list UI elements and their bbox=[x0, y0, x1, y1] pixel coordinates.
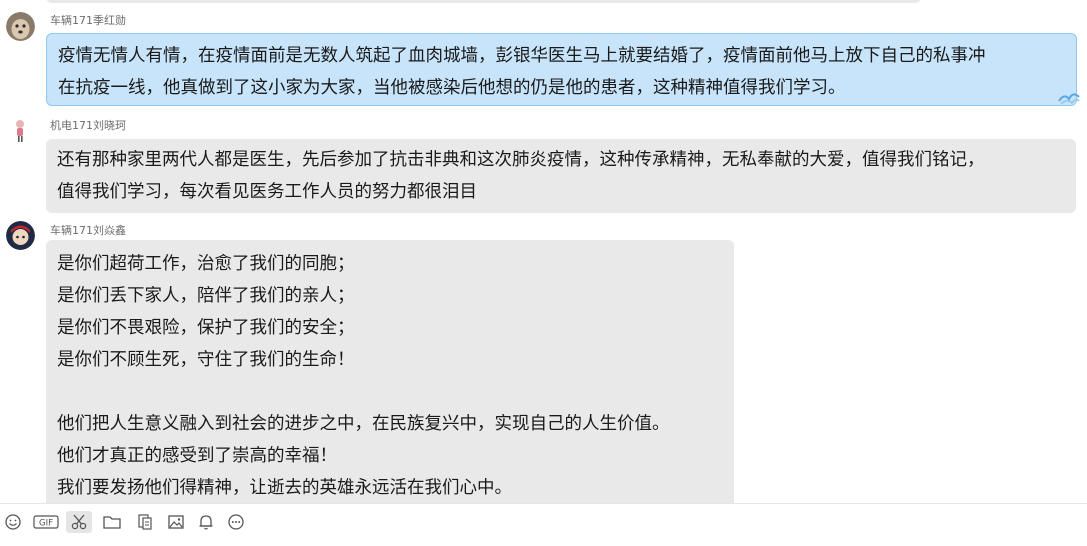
message-line: 他们才真正的感受到了崇高的幸福！ bbox=[57, 446, 337, 466]
notification-button[interactable] bbox=[193, 511, 219, 533]
avatar[interactable] bbox=[6, 12, 35, 41]
image-button[interactable] bbox=[163, 511, 189, 533]
avatar[interactable] bbox=[6, 221, 35, 250]
more-icon bbox=[228, 514, 244, 530]
image-icon bbox=[168, 515, 184, 529]
sender-name: 机电171刘晓珂 bbox=[50, 119, 126, 132]
input-toolbar: GIF bbox=[0, 503, 1087, 546]
bubble-wave-decoration-icon bbox=[1058, 93, 1080, 105]
sender-name: 车辆171季红勋 bbox=[50, 14, 126, 27]
message-line: 是你们超荷工作，治愈了我们的同胞； bbox=[57, 254, 355, 274]
avatar-girl-image bbox=[6, 116, 35, 145]
avatar-cartoon-image bbox=[6, 221, 35, 250]
message-bubble[interactable]: 是你们超荷工作，治愈了我们的同胞； 是你们丢下家人，陪伴了我们的亲人； 是你们不… bbox=[46, 240, 734, 503]
emoji-button[interactable] bbox=[0, 511, 26, 533]
folder-icon bbox=[103, 516, 121, 529]
scissors-icon bbox=[71, 514, 87, 530]
message-line: 是你们不顾生死，守住了我们的生命！ bbox=[57, 350, 355, 370]
message-bubble-own[interactable]: 疫情无情人有情，在疫情面前是无数人筑起了血肉城墙，彭银华医生马上就要结婚了，疫情… bbox=[46, 33, 1077, 106]
file-icon bbox=[138, 514, 152, 530]
message-line: 是你们不畏艰险，保护了我们的安全； bbox=[57, 318, 355, 338]
screenshot-scissors-button[interactable] bbox=[66, 511, 92, 533]
message-line: 疫情无情人有情，在疫情面前是无数人筑起了血肉城墙，彭银华医生马上就要结婚了，疫情… bbox=[58, 46, 986, 66]
message-line: 还有那种家里两代人都是医生，先后参加了抗击非典和这次肺炎疫情，这种传承精神，无私… bbox=[57, 150, 985, 170]
more-button[interactable] bbox=[223, 511, 249, 533]
gif-icon: GIF bbox=[33, 515, 59, 529]
bell-icon bbox=[199, 515, 213, 530]
message-bubble[interactable]: 还有那种家里两代人都是医生，先后参加了抗击非典和这次肺炎疫情，这种传承精神，无私… bbox=[46, 139, 1076, 213]
svg-text:GIF: GIF bbox=[39, 519, 53, 529]
sender-name: 车辆171刘焱鑫 bbox=[50, 224, 126, 237]
previous-message-bubble bbox=[46, 0, 921, 3]
file-button[interactable] bbox=[132, 511, 158, 533]
message-line: 他们把人生意义融入到社会的进步之中，在民族复兴中，实现自己的人生价值。 bbox=[57, 414, 670, 434]
gif-button[interactable]: GIF bbox=[32, 511, 60, 533]
message-line: 值得我们学习，每次看见医务工作人员的努力都很泪目 bbox=[57, 182, 477, 202]
folder-button[interactable] bbox=[99, 511, 125, 533]
message-line: 在抗疫一线，他真做到了这小家为大家，当他被感染后他想的仍是他的患者，这种精神值得… bbox=[58, 78, 846, 98]
message-line: 是你们丢下家人，陪伴了我们的亲人； bbox=[57, 286, 355, 306]
chat-history[interactable]: 车辆171季红勋 疫情无情人有情，在疫情面前是无数人筑起了血肉城墙，彭银华医生马… bbox=[0, 0, 1087, 503]
avatar[interactable] bbox=[6, 116, 35, 145]
message-line: 我们要发扬他们得精神，让逝去的英雄永远活在我们心中。 bbox=[57, 478, 512, 498]
emoji-icon bbox=[5, 514, 21, 530]
avatar-dog-image bbox=[6, 12, 35, 41]
